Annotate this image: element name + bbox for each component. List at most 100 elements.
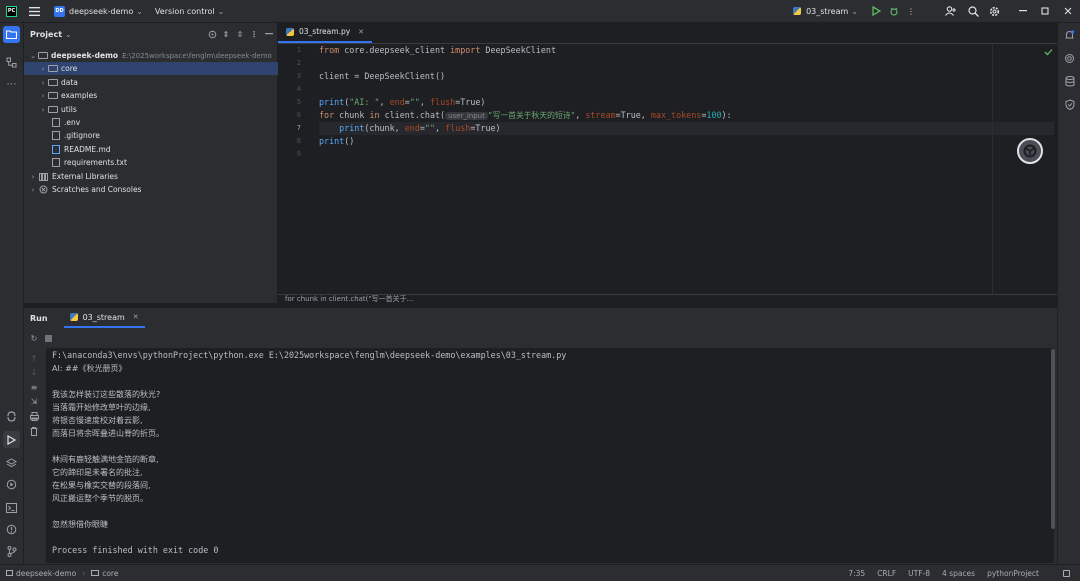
add-user-icon[interactable] [941,0,960,23]
tree-item-requirements[interactable]: requirements.txt [24,156,278,169]
stop-icon[interactable] [41,332,55,344]
project-panel-title[interactable]: Project [30,30,62,39]
close-icon[interactable] [1056,0,1080,23]
hide-panel-icon[interactable] [261,33,277,35]
status-project-crumb[interactable]: deepseek-demo [0,569,82,578]
status-line-separator[interactable]: CRLF [871,569,902,578]
tree-item-label: README.md [64,145,111,154]
panel-options-icon[interactable]: ⋮ [247,30,261,39]
security-shield-icon[interactable] [1061,96,1078,113]
code-area[interactable]: from core.deepseek_client import DeepSee… [319,44,1054,294]
run-icon[interactable] [868,0,885,23]
status-bar: deepseek-demo › core 7:35 CRLF UTF-8 4 s… [0,564,1080,581]
status-cursor-position[interactable]: 7:35 [842,569,871,578]
tree-item-external-libraries[interactable]: › External Libraries [24,170,278,183]
expand-all-icon[interactable]: ⇕ [219,30,233,39]
more-tools-icon[interactable]: ⋯ [3,76,20,93]
status-project: deepseek-demo [16,568,77,578]
console-line: 风正搬运整个季节的脱页。 [52,494,148,503]
console-line-exit: Process finished with exit code 0 [52,545,219,555]
console-scrollbar[interactable] [1051,349,1055,529]
more-actions-icon[interactable]: ⋮ [903,0,919,23]
console-output[interactable]: F:\anaconda3\envs\pythonProject\python.e… [46,348,1054,563]
rerun-icon[interactable]: ↻ [27,332,41,344]
version-control-menu[interactable]: Version control ⌄ [151,0,228,23]
main-menu-icon[interactable] [25,0,44,23]
line-number: 3 [296,72,301,80]
chevron-right-icon[interactable]: › [28,173,38,181]
collapse-all-icon[interactable]: ⇳ [233,30,247,39]
editor-tab-03-stream[interactable]: 03_stream.py ✕ [278,22,373,43]
run-config-selector[interactable]: 03_stream ⌄ [789,0,862,23]
status-interpreter[interactable]: pythonProject [981,569,1045,578]
soft-wrap-icon[interactable]: ≡ [27,381,41,393]
console-line: 林间有鹿轻触满地金箔的断章, [52,455,159,464]
status-indent[interactable]: 4 spaces [936,569,981,578]
chevron-right-icon[interactable]: › [38,92,48,100]
python-packages-icon[interactable] [3,408,20,425]
line-number: 2 [296,59,301,67]
editor-tab-label: 03_stream.py [299,27,351,36]
run-tab-03-stream[interactable]: 03_stream ✕ [63,308,145,328]
services-icon[interactable] [3,476,20,493]
tree-item-gitignore[interactable]: .gitignore [24,129,278,142]
close-tab-icon[interactable]: ✕ [358,28,364,36]
tree-item-utils[interactable]: › utils [24,103,278,116]
chevron-right-icon[interactable]: › [38,106,48,114]
status-folder-crumb[interactable]: core [85,569,124,578]
code-line-3: client = DeepSeekClient() [319,71,446,81]
notifications-icon[interactable] [1061,27,1078,44]
ai-assistant-icon[interactable] [1017,138,1043,164]
scroll-down-icon[interactable]: ↓ [27,366,41,378]
search-icon[interactable] [964,0,983,23]
project-panel: Project ⌄ ⇕ ⇳ ⋮ ⌄ deepseek-demo E:\2025w… [24,23,278,303]
tree-item-readme[interactable]: README.md [24,143,278,156]
chevron-right-icon[interactable]: › [28,186,38,194]
code-breadcrumb[interactable]: for chunk in client.chat("写一首关于... [278,294,1057,303]
scroll-up-icon[interactable]: ↑ [27,352,41,364]
tree-item-examples[interactable]: › examples [24,89,278,102]
tree-item-core[interactable]: › core [24,62,278,75]
run-toolbar: ↻ ↑ ↓ ≡ ⇲ [24,330,52,565]
chevron-right-icon[interactable]: › [38,65,48,73]
ai-chat-icon[interactable] [1061,50,1078,67]
root-path: E:\2025workspace\fenglm\deepseek-demo [122,51,272,60]
clear-console-icon[interactable] [27,425,41,437]
restore-icon[interactable] [1034,0,1056,23]
status-encoding[interactable]: UTF-8 [902,569,936,578]
code-line-1: from core.deepseek_client import DeepSee… [319,45,557,55]
settings-gear-icon[interactable] [985,0,1004,23]
console-line: AI: ##《秋光册页》 [52,364,127,373]
root-name: deepseek-demo [51,51,119,60]
line-number: 7 [296,124,301,132]
lock-icon[interactable] [1063,569,1070,577]
tree-item-scratches[interactable]: › Scratches and Consoles [24,183,278,196]
console-line: 我该怎样装订这些散落的秋光? [52,390,161,399]
scroll-to-end-icon[interactable]: ⇲ [27,395,41,407]
layers-icon[interactable] [3,454,20,471]
no-problems-check-icon[interactable] [1044,48,1053,56]
run-tool-icon[interactable] [3,431,20,448]
print-icon[interactable] [27,410,41,422]
scratches-icon [38,185,49,194]
chevron-down-icon[interactable]: ⌄ [28,52,38,60]
structure-tool-icon[interactable] [3,54,20,71]
run-panel-title[interactable]: Run [30,314,48,323]
close-tab-icon[interactable]: ✕ [133,313,139,321]
debug-icon[interactable] [885,0,903,23]
database-icon[interactable] [1061,73,1078,90]
chevron-down-icon[interactable]: ⌄ [65,30,72,39]
line-number: 9 [296,150,301,158]
project-selector[interactable]: DD deepseek-demo ⌄ [50,0,147,23]
locate-file-icon[interactable] [205,30,219,39]
problems-icon[interactable] [3,521,20,538]
minimize-icon[interactable] [1012,0,1034,23]
project-tool-icon[interactable] [3,26,20,43]
tree-root[interactable]: ⌄ deepseek-demo E:\2025workspace\fenglm\… [24,49,278,62]
tree-item-data[interactable]: › data [24,76,278,89]
terminal-icon[interactable] [3,499,20,516]
git-icon[interactable] [3,543,20,560]
chevron-right-icon[interactable]: › [38,79,48,87]
tree-item-env[interactable]: .env [24,116,278,129]
